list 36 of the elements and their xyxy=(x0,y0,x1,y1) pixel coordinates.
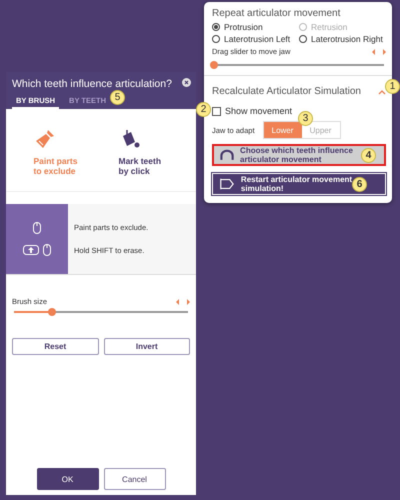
slider-thumb[interactable] xyxy=(48,308,56,316)
callout-badge: 1 xyxy=(385,79,400,94)
close-icon[interactable] xyxy=(182,78,191,87)
radio-option[interactable]: Laterotrusion Right xyxy=(299,34,386,44)
tool-option[interactable]: Mark teeth by click xyxy=(112,127,174,177)
section-title: Repeat articulator movement xyxy=(212,8,342,19)
radio-option[interactable]: Laterotrusion Left xyxy=(212,34,299,44)
step-arrows-icon[interactable] xyxy=(176,298,190,304)
action-button[interactable]: Invert xyxy=(104,338,190,355)
slider-thumb[interactable] xyxy=(210,61,218,69)
shift-key-icon xyxy=(23,245,39,255)
radio-option[interactable]: Protrusion xyxy=(212,22,299,32)
callout-badge: 6 xyxy=(352,177,367,192)
radio-icon[interactable] xyxy=(212,35,220,43)
callout-badge: 5 xyxy=(110,90,125,105)
section-title: Recalculate Articulator Simulation xyxy=(212,86,361,97)
checkbox-label: Show movement xyxy=(225,106,292,116)
dental-arch-icon xyxy=(220,148,234,162)
radio-icon[interactable] xyxy=(299,35,307,43)
action-button[interactable]: Reset xyxy=(12,338,98,355)
checkbox[interactable] xyxy=(212,106,221,116)
step-arrows-icon[interactable] xyxy=(372,48,386,54)
restart-button[interactable]: Restart articulator movement simulation! 6 xyxy=(212,173,386,195)
mouse-icon xyxy=(43,244,51,256)
callout-badge: 4 xyxy=(361,148,376,163)
choose-teeth-button[interactable]: Choose which teeth influence articulator movement 4 xyxy=(212,144,386,166)
brush-icon xyxy=(34,128,56,150)
cancel-button[interactable]: Cancel xyxy=(104,468,166,490)
radio-icon[interactable] xyxy=(212,23,220,31)
callout-badge: 3 xyxy=(298,111,313,126)
caret-icon[interactable] xyxy=(378,88,386,94)
mouse-icon xyxy=(33,222,41,234)
callout-badge: 2 xyxy=(196,102,211,117)
dialog-title: Which teeth influence articulation? xyxy=(12,78,173,90)
ok-button[interactable]: OK xyxy=(36,468,98,490)
articulator-icon xyxy=(219,177,235,191)
